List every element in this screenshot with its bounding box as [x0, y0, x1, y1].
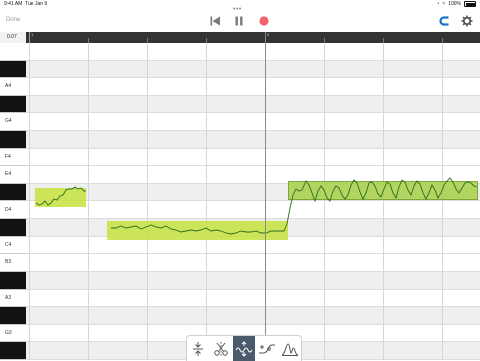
- signal-icon: ◔: [436, 1, 440, 7]
- playhead-position: 0.07: [0, 32, 26, 43]
- transition-curve-icon: [258, 344, 275, 353]
- magnet-button[interactable]: [438, 14, 452, 28]
- piano-key-black[interactable]: [0, 60, 26, 79]
- wifi-icon: ≈: [442, 1, 446, 7]
- record-icon: [259, 16, 269, 26]
- settings-button[interactable]: [460, 14, 474, 28]
- piano-key-black[interactable]: [0, 95, 26, 114]
- bar-number: 1: [31, 32, 34, 37]
- go-to-start-button[interactable]: [208, 14, 222, 28]
- pitch-tool[interactable]: [232, 336, 256, 361]
- formant-tool[interactable]: [278, 336, 301, 361]
- skip-back-icon: [210, 16, 220, 26]
- status-right: ◔ ≈ 100%: [436, 0, 476, 8]
- piano-key-white[interactable]: G3: [0, 324, 26, 343]
- bar-number: 2: [267, 32, 270, 37]
- pitch-wave-icon: [235, 340, 253, 357]
- scissors-icon: [214, 341, 228, 356]
- status-time: 9:41 AM Tue Jan 9: [4, 1, 48, 7]
- piano-key-black[interactable]: [0, 307, 26, 325]
- piano-key-black[interactable]: [0, 219, 26, 237]
- piano-key-white[interactable]: G4: [0, 113, 26, 132]
- piano-key-black[interactable]: [0, 271, 26, 290]
- piano-key-white[interactable]: D4: [0, 201, 26, 220]
- battery-percent: 100%: [448, 1, 461, 7]
- piano-key-black[interactable]: [0, 183, 26, 202]
- arrows-vertical-icon: [193, 341, 204, 356]
- piano-key-white[interactable]: B3: [0, 254, 26, 272]
- timeline-ruler[interactable]: 0.07 1 2: [0, 32, 480, 43]
- bar-marker: [29, 32, 30, 43]
- pause-button[interactable]: [232, 14, 246, 28]
- record-button[interactable]: [257, 14, 271, 28]
- playhead[interactable]: [265, 32, 266, 360]
- more-dots[interactable]: •••: [233, 6, 242, 13]
- piano-key-white[interactable]: F4: [0, 148, 26, 167]
- piano-key-black[interactable]: [0, 342, 26, 360]
- note-grid[interactable]: [26, 43, 480, 360]
- battery-icon: [464, 1, 476, 7]
- pitch-curve: [35, 177, 478, 235]
- pause-icon: [235, 16, 243, 26]
- piano-key-white[interactable]: A3: [0, 289, 26, 308]
- done-button[interactable]: Done: [6, 17, 20, 23]
- piano-key-white[interactable]: C4: [0, 236, 26, 255]
- gear-icon: [461, 15, 473, 27]
- formant-icon: [281, 342, 298, 356]
- piano-key-white[interactable]: A4: [0, 78, 26, 96]
- piano-key-black[interactable]: [0, 131, 26, 149]
- scissors-tool[interactable]: [210, 336, 233, 361]
- transition-tool[interactable]: [255, 336, 278, 361]
- quantize-tool[interactable]: [187, 336, 210, 361]
- piano-keyboard: A4 G4 F4 E4 D4 C4 B3 A3 G3: [0, 43, 26, 360]
- edit-tools-bar: [186, 335, 302, 361]
- piano-key-white[interactable]: E4: [0, 166, 26, 184]
- piano-key-white[interactable]: [0, 43, 26, 61]
- magnet-icon: [439, 16, 449, 26]
